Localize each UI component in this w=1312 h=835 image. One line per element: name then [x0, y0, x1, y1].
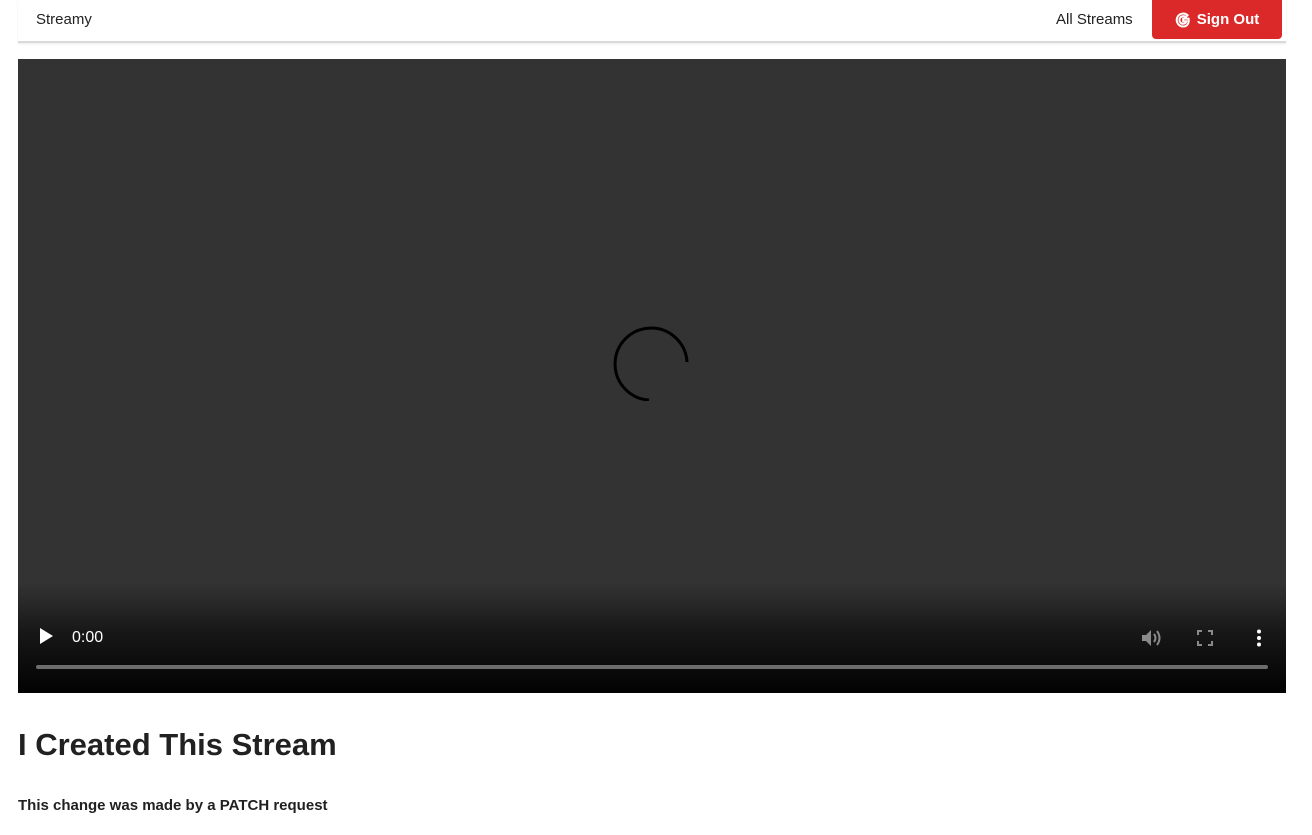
brand-link[interactable]: Streamy: [36, 11, 92, 28]
play-icon[interactable]: [38, 627, 54, 645]
fullscreen-icon[interactable]: [1197, 630, 1213, 646]
current-time: 0:00: [72, 629, 104, 646]
stream-title: I Created This Stream: [18, 727, 337, 762]
sign-out-label: Sign Out: [1196, 11, 1260, 28]
all-streams-link[interactable]: All Streams: [1056, 11, 1133, 28]
video-progress-bar[interactable]: [36, 665, 1268, 669]
loading-spinner-icon: [613, 326, 689, 401]
sign-out-button[interactable]: Sign Out: [1152, 0, 1282, 39]
volume-icon[interactable]: [1141, 629, 1163, 647]
stream-description: This change was made by a PATCH request: [18, 797, 328, 814]
top-menu: Streamy All Streams Sign Out: [18, 0, 1286, 43]
video-controls-overlay: [18, 583, 1286, 693]
more-vertical-icon[interactable]: [1254, 629, 1264, 647]
video-player[interactable]: 0:00: [18, 59, 1286, 693]
google-icon: [1175, 12, 1191, 28]
